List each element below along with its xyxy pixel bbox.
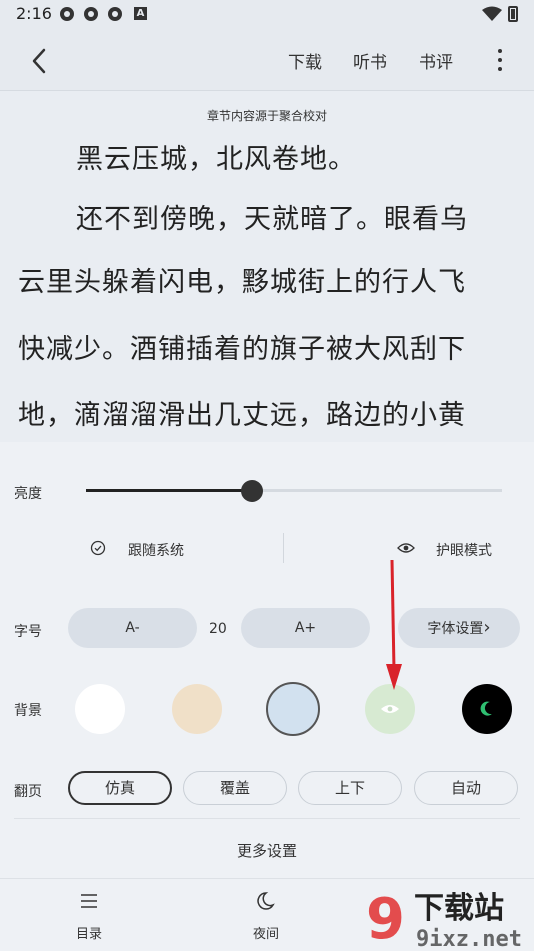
- font-settings-label: 字体设置: [427, 621, 484, 637]
- page-mode-scroll[interactable]: 上下: [298, 771, 402, 805]
- brightness-slider-thumb[interactable]: [241, 480, 263, 502]
- eye-icon: [397, 543, 415, 553]
- nav-night-label: 夜间: [252, 927, 279, 942]
- page-mode-auto[interactable]: 自动: [414, 771, 518, 805]
- divider: [14, 818, 520, 819]
- text-line: 云里头躲着闪电，黟城街上的行人飞: [18, 267, 466, 298]
- text-line: 还不到傍晚，天就暗了。眼看乌: [76, 204, 468, 235]
- page-mode-cover[interactable]: 覆盖: [183, 771, 287, 805]
- download-button[interactable]: 下载: [288, 48, 322, 73]
- notification-badge-icon: A: [134, 7, 147, 20]
- background-swatch-beige[interactable]: [172, 684, 222, 734]
- follow-system-toggle[interactable]: 跟随系统: [128, 540, 184, 560]
- text-line: 地，滴溜溜滑出几丈远，路边的小黄: [18, 400, 466, 431]
- status-time: 2:16: [16, 4, 52, 23]
- brightness-slider-fill: [86, 489, 252, 492]
- more-vertical-icon-dot: [498, 67, 502, 71]
- annotation-arrow: [386, 559, 402, 690]
- review-button[interactable]: 书评: [419, 48, 453, 73]
- font-decrease-button[interactable]: A-: [68, 608, 197, 648]
- font-size-label: 字号: [14, 624, 42, 640]
- nav-toc-label: 目录: [75, 927, 102, 942]
- listen-button[interactable]: 听书: [353, 48, 387, 73]
- text-line: 黑云压城，北风卷地。: [76, 144, 356, 175]
- background-swatch-white[interactable]: [75, 684, 125, 734]
- more-vertical-icon: [498, 49, 502, 53]
- nav-toc[interactable]: 目录: [58, 888, 120, 944]
- background-label: 背景: [14, 703, 42, 719]
- eye-icon: [381, 705, 399, 713]
- chapter-source-note: 章节内容源于聚合校对: [206, 109, 327, 123]
- moon-icon: [480, 701, 492, 716]
- chevron-left-icon: [32, 48, 46, 74]
- battery-icon: [508, 6, 518, 22]
- chevron-right-icon: ›: [483, 617, 491, 638]
- notification-icon: [84, 7, 98, 21]
- more-settings-button[interactable]: 更多设置: [0, 840, 534, 861]
- svg-text:9: 9: [366, 888, 405, 950]
- svg-text:下载站: 下载站: [414, 891, 504, 926]
- more-vertical-icon-dot: [498, 58, 502, 62]
- nav-night-mode[interactable]: 夜间: [235, 888, 297, 944]
- wifi-icon: [482, 6, 502, 21]
- background-swatch-blue-selected[interactable]: [266, 682, 320, 736]
- check-circle-icon: [90, 540, 106, 556]
- text-line: 快减少。酒铺插着的旗子被大风刮下: [18, 334, 466, 365]
- notification-icon: [108, 7, 122, 21]
- more-menu-button[interactable]: [490, 46, 510, 74]
- svg-text:9ixz.net: 9ixz.net: [416, 927, 522, 950]
- settings-panel: [0, 442, 534, 878]
- brightness-label: 亮度: [14, 486, 42, 502]
- back-button[interactable]: [22, 44, 56, 78]
- status-bar: [0, 0, 534, 30]
- page-mode-simulation[interactable]: 仿真: [68, 771, 172, 805]
- watermark-logo: 9 下载站 9ixz.net: [366, 888, 522, 950]
- list-icon: [81, 894, 97, 908]
- top-bar: [0, 30, 534, 91]
- background-swatch-night[interactable]: [462, 684, 512, 734]
- font-settings-button[interactable]: 字体设置›: [398, 608, 520, 648]
- page-turn-label: 翻页: [14, 784, 42, 800]
- notification-icon: [60, 7, 74, 21]
- eye-care-mode-toggle[interactable]: 护眼模式: [436, 540, 492, 560]
- moon-icon: [257, 892, 275, 910]
- font-size-value: 20: [209, 621, 227, 637]
- font-increase-button[interactable]: A+: [241, 608, 370, 648]
- divider: [283, 533, 284, 563]
